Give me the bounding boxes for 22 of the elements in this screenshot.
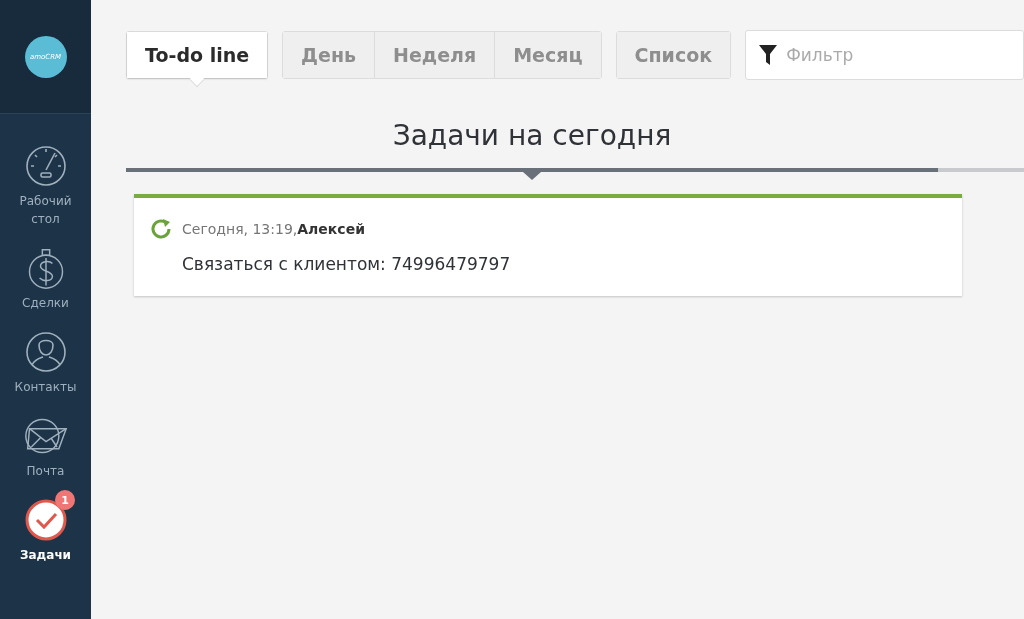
nav-label: Задачи [18,547,73,564]
task-meta: Сегодня, 13:19,Алексей [182,221,365,237]
nav-label: Рабочий стол [18,193,73,228]
filter-icon [759,45,778,65]
task-card[interactable]: Сегодня, 13:19,Алексей Связаться с клиентом: 74996479797 [134,194,962,296]
nav-item[interactable]: Контакты [0,322,91,396]
nav-item[interactable]: Почта [0,406,91,480]
check-icon [23,498,68,542]
nav-item[interactable]: 1 Задачи [0,490,91,564]
nav-item[interactable]: Сделки [0,238,91,312]
filter-field[interactable]: Фильтр [745,30,1024,80]
count-badge: 1 [55,490,75,510]
nav-item[interactable]: Рабочий стол [0,136,91,228]
nav-label: Сделки [21,295,70,312]
section-title: Задачи на сегодня [391,118,673,154]
nav-label: Почта [25,463,66,480]
section-pointer [523,172,541,180]
task-text: Связаться с клиентом: 74996479797 [182,254,512,274]
speedometer-icon [23,144,68,188]
nav-label: Контакты [13,379,78,396]
refresh-icon [150,218,172,240]
person-icon [23,330,68,374]
